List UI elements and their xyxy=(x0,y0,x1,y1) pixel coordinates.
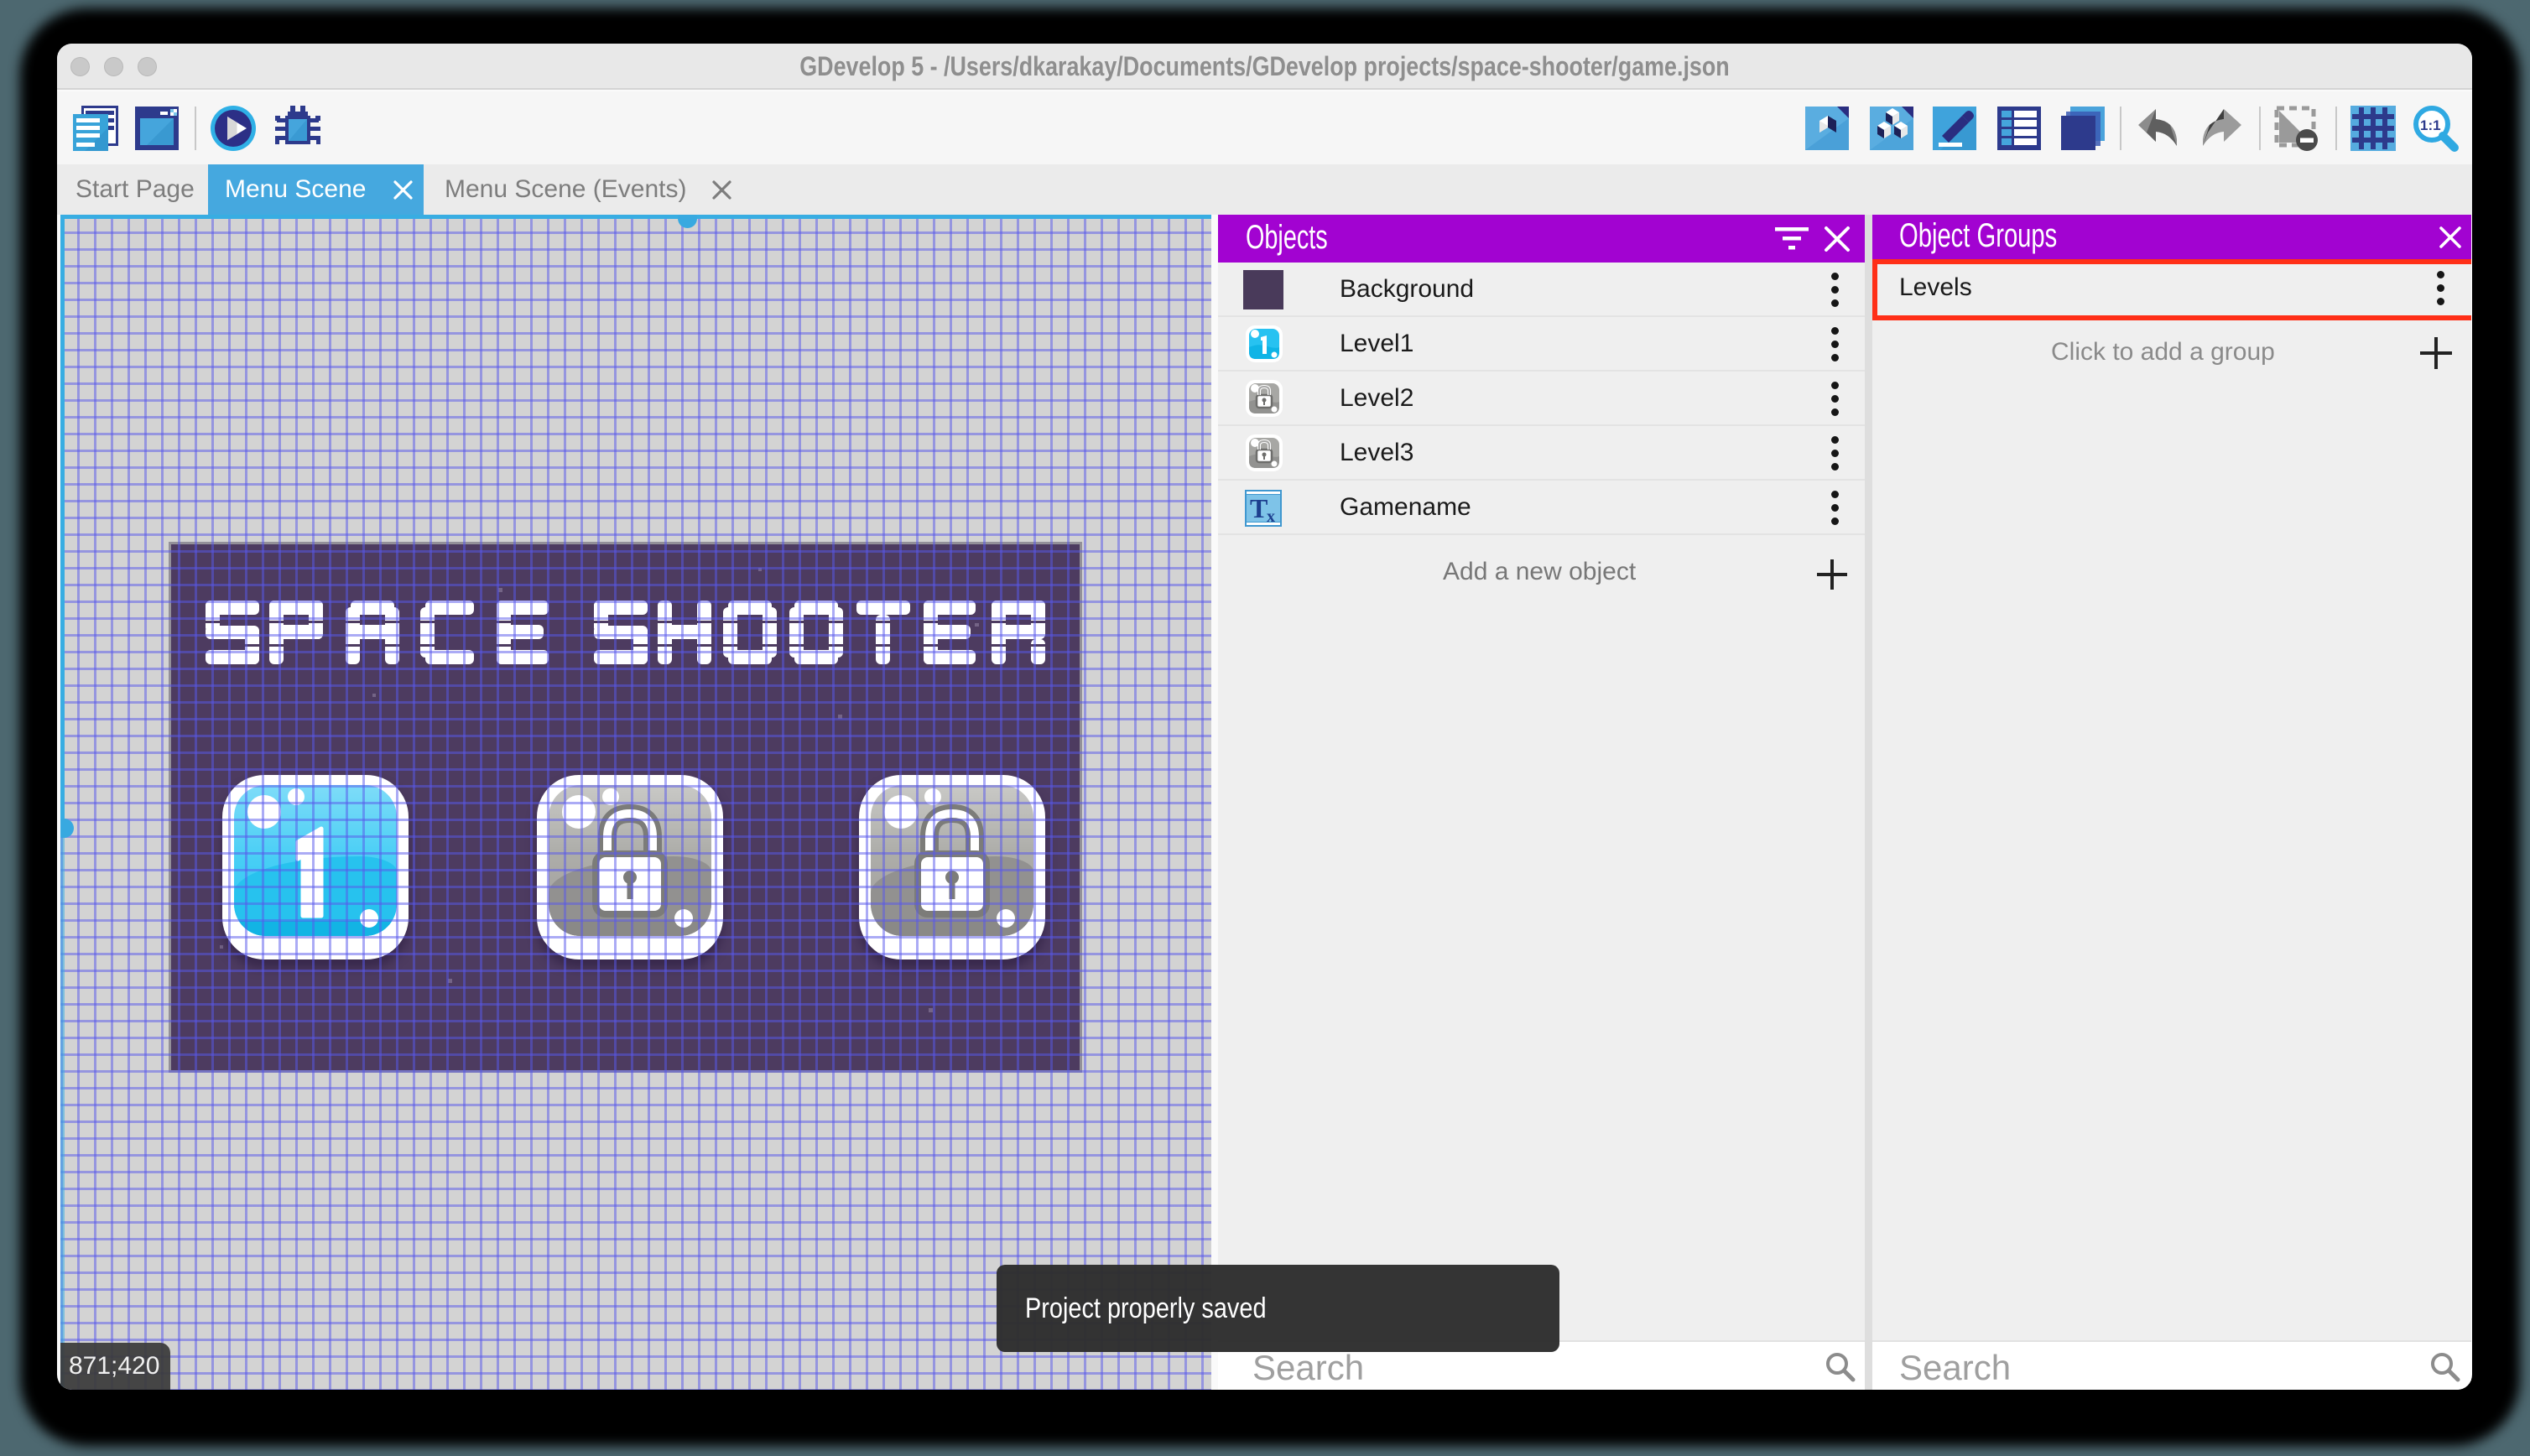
svg-text:x: x xyxy=(1267,507,1275,526)
svg-text:T: T xyxy=(1250,493,1268,523)
svg-text:1:1: 1:1 xyxy=(2420,117,2441,133)
